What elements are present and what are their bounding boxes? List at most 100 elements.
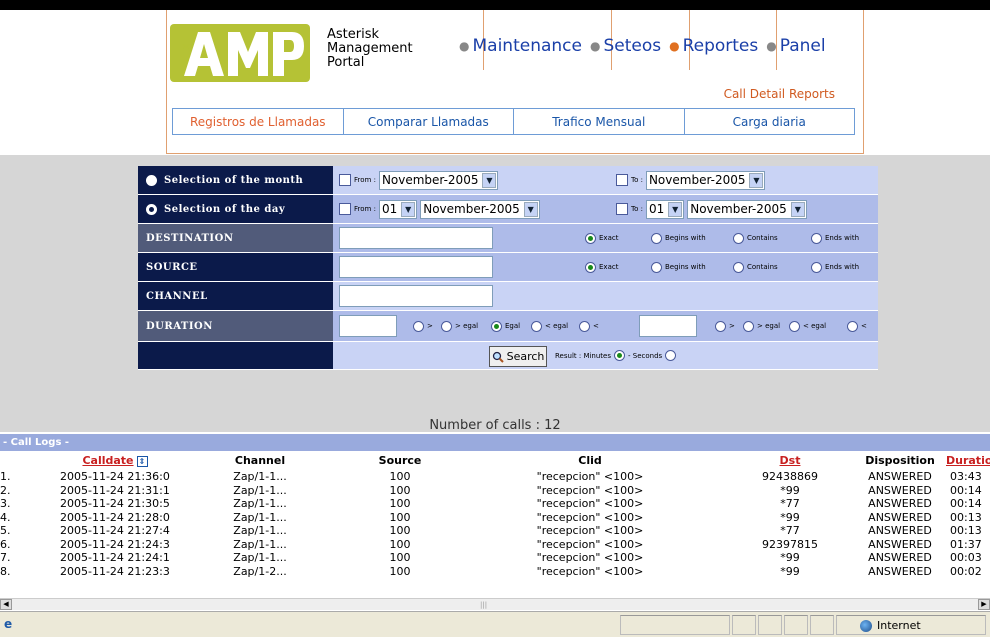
horizontal-scrollbar[interactable]: ◀ ||| ▶ — [0, 598, 990, 610]
radio-icon[interactable] — [789, 320, 800, 332]
radio-icon[interactable] — [579, 320, 590, 332]
scroll-left-icon[interactable]: ◀ — [0, 599, 12, 610]
status-bar: e Internet — [0, 611, 990, 637]
opt-label: < egal — [803, 322, 827, 330]
minutes-radio[interactable] — [614, 350, 625, 361]
nav-seteos[interactable]: ● Seteos — [590, 36, 661, 56]
table-row[interactable]: 1. 2005-11-24 21:36:00 Zap/1-1... 100 "recep… — [0, 470, 990, 484]
dur1-op-lte[interactable]: < egal — [531, 320, 568, 332]
nav-label[interactable]: Reportes — [683, 36, 759, 56]
table-header: Calldate ⇕ Channel Source Clid Dst Dispos… — [0, 451, 990, 470]
month-radio[interactable] — [146, 174, 157, 186]
cell-clid: "recepcion" <100> — [536, 551, 644, 564]
radio-icon[interactable] — [743, 320, 754, 332]
table-row[interactable]: 7. 2005-11-24 21:24:15 Zap/1-1... 100 "recep… — [0, 551, 990, 565]
radio-icon[interactable] — [441, 320, 452, 332]
dest-opt-exact[interactable]: Exact — [585, 232, 618, 244]
src-opt-contains[interactable]: Contains — [733, 261, 778, 273]
col-dst[interactable]: Dst — [750, 454, 830, 467]
dur1-op-gte[interactable]: > egal — [441, 320, 478, 332]
tab-comparar[interactable]: Comparar Llamadas — [344, 109, 514, 134]
day-radio[interactable] — [146, 203, 157, 215]
dur1-op-eq[interactable]: Egal — [491, 320, 520, 332]
dur1-op-lt[interactable]: < — [579, 320, 599, 332]
search-button[interactable]: Search — [489, 346, 547, 367]
day-to-checkbox[interactable] — [616, 203, 628, 215]
cell-clid: "recepcion" <100> — [536, 497, 644, 510]
zone-label: Internet — [877, 619, 921, 632]
day-to-month-select[interactable]: November-2005 ▼ — [687, 199, 807, 219]
col-label[interactable]: Dst — [780, 454, 801, 467]
radio-icon[interactable] — [585, 261, 596, 273]
scroll-grip-icon[interactable]: ||| — [480, 601, 487, 609]
month-to-checkbox[interactable] — [616, 174, 628, 186]
cell-row-number: 7. — [0, 551, 11, 564]
seconds-radio[interactable] — [665, 350, 677, 361]
col-label[interactable]: Calldate — [82, 454, 133, 467]
dur1-op-gt[interactable]: > — [413, 320, 433, 332]
source-input[interactable] — [339, 256, 493, 278]
scroll-right-icon[interactable]: ▶ — [978, 599, 990, 610]
cell-calldate: 2005-11-24 21:27:48 — [60, 524, 170, 537]
col-label[interactable]: Duratio — [946, 454, 990, 467]
day-from-month-select[interactable]: November-2005 ▼ — [420, 199, 540, 219]
tab-trafico[interactable]: Trafico Mensual — [514, 109, 685, 134]
day-from-day-select[interactable]: 01 ▼ — [378, 199, 418, 219]
src-opt-exact[interactable]: Exact — [585, 261, 618, 273]
radio-icon[interactable] — [491, 320, 502, 332]
month-from-select[interactable]: November-2005 ▼ — [378, 170, 499, 190]
table-row[interactable]: 2. 2005-11-24 21:31:13 Zap/1-1... 100 "recep… — [0, 484, 990, 498]
chevron-down-icon: ▼ — [523, 201, 538, 217]
cell-clid: "recepcion" <100> — [536, 510, 644, 524]
day-to-day-select[interactable]: 01 ▼ — [645, 199, 685, 219]
dest-opt-begins[interactable]: Begins with — [651, 232, 706, 244]
col-duration[interactable]: Duratio — [946, 454, 990, 467]
table-row[interactable]: 4. 2005-11-24 21:28:04 Zap/1-1... 100 "recep… — [0, 511, 990, 525]
month-to-select[interactable]: November-2005 ▼ — [645, 170, 766, 190]
dur2-op-gt[interactable]: > — [715, 320, 735, 332]
src-opt-ends[interactable]: Ends with — [811, 261, 859, 273]
nav-label[interactable]: Panel — [780, 36, 826, 56]
radio-icon[interactable] — [651, 232, 662, 244]
dur2-op-lt[interactable]: < — [847, 320, 867, 332]
radio-icon[interactable] — [847, 320, 858, 332]
table-row[interactable]: 5. 2005-11-24 21:27:48 Zap/1-1... 100 "recep… — [0, 524, 990, 538]
day-from-checkbox[interactable] — [339, 203, 351, 215]
source-label: SOURCE — [138, 253, 333, 281]
radio-icon[interactable] — [413, 320, 424, 332]
radio-icon[interactable] — [811, 261, 822, 273]
status-pane — [620, 615, 730, 635]
nav-label[interactable]: Maintenance — [472, 36, 581, 56]
table-row[interactable]: 8. 2005-11-24 21:23:33 Zap/1-2... 100 "recep… — [0, 565, 990, 579]
dur2-op-gte[interactable]: > egal — [743, 320, 780, 332]
src-opt-begins[interactable]: Begins with — [651, 261, 706, 273]
col-calldate[interactable]: Calldate ⇕ — [60, 454, 170, 467]
nav-label[interactable]: Seteos — [603, 36, 661, 56]
result-label: Result : Minutes — [555, 351, 611, 360]
dur2-op-lte[interactable]: < egal — [789, 320, 827, 332]
nav-panel[interactable]: ● Panel — [766, 36, 825, 56]
channel-input[interactable] — [339, 285, 493, 307]
duration-input-1[interactable] — [339, 315, 397, 337]
tab-carga[interactable]: Carga diaria — [685, 109, 855, 134]
table-row[interactable]: 3. 2005-11-24 21:30:56 Zap/1-1... 100 "recep… — [0, 497, 990, 511]
dest-opt-contains[interactable]: Contains — [733, 232, 778, 244]
radio-icon[interactable] — [531, 320, 542, 332]
sort-icon[interactable]: ⇕ — [136, 455, 148, 467]
dest-opt-ends[interactable]: Ends with — [811, 232, 859, 244]
radio-icon[interactable] — [733, 232, 744, 244]
duration-input-2[interactable] — [639, 315, 697, 337]
nav-reportes[interactable]: ● Reportes — [669, 36, 758, 56]
cell-clid: "recepcion" <100> — [536, 483, 644, 497]
radio-icon[interactable] — [733, 261, 744, 273]
nav-maintenance[interactable]: ● Maintenance — [459, 36, 582, 56]
radio-icon[interactable] — [585, 232, 596, 244]
select-value: November-2005 — [690, 202, 787, 216]
radio-icon[interactable] — [811, 232, 822, 244]
radio-icon[interactable] — [715, 320, 726, 332]
radio-icon[interactable] — [651, 261, 662, 273]
table-row[interactable]: 6. 2005-11-24 21:24:32 Zap/1-1... 100 "recep… — [0, 538, 990, 552]
destination-input[interactable] — [339, 227, 493, 249]
month-from-checkbox[interactable] — [339, 174, 351, 186]
tab-registros[interactable]: Registros de Llamadas — [173, 109, 344, 134]
